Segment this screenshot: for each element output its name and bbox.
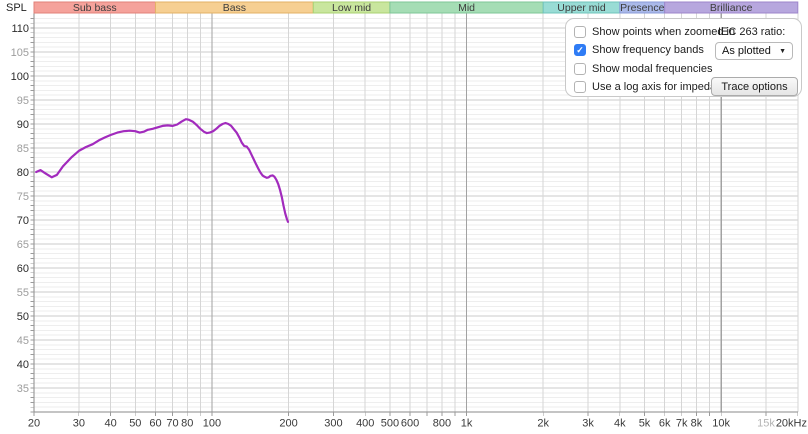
x-tick-label: 7k <box>676 418 688 430</box>
x-tick-label: 40 <box>105 418 117 430</box>
x-tick-label: 60 <box>149 418 161 430</box>
y-tick-label: 85 <box>17 143 29 155</box>
checkbox-label: Show frequency bands <box>592 44 704 56</box>
iec-ratio-value: As plotted <box>722 45 771 57</box>
x-tick-label: 20kHz <box>776 418 807 430</box>
x-tick-label: 20 <box>28 418 40 430</box>
frequency-band-label: Presence <box>620 2 665 14</box>
x-axis-labels: 20 30 40 50 60 7080 100 200 300 400 500600 800 1k 2k 3… <box>28 418 807 430</box>
chevron-down-icon: ▼ <box>779 48 786 55</box>
x-tick-label: 10k <box>712 418 730 430</box>
rew-spl-window: Sub bass Bass Low mid Mid Upper mid Presence B… <box>0 0 808 434</box>
y-tick-label: 65 <box>17 239 29 251</box>
x-tick-label: 800 <box>433 418 451 430</box>
frequency-band-label: Sub bass <box>73 2 117 14</box>
x-tick-label: 3k <box>582 418 594 430</box>
checkbox-icon[interactable] <box>574 63 586 75</box>
x-tick-label: 1k <box>461 418 473 430</box>
x-tick-label: 600 <box>401 418 419 430</box>
checkbox-label: Show points when zoomed in <box>592 26 735 38</box>
x-tick-label: 300 <box>324 418 342 430</box>
y-tick-label: 100 <box>11 71 29 83</box>
frequency-band-label: Brilliance <box>710 2 753 14</box>
trace <box>36 119 288 222</box>
trace-options-button[interactable]: Trace options <box>711 77 798 96</box>
y-axis-labels: 110 105 100 95 90 85 80 75 70 65 60 55 50 45 40 35 <box>11 23 29 395</box>
x-tick-label: 400 <box>356 418 374 430</box>
y-tick-label: 60 <box>17 263 29 275</box>
spl-axis-title: SPL <box>6 2 27 14</box>
checkbox-icon[interactable] <box>574 26 586 38</box>
x-tick-label: 6k <box>659 418 671 430</box>
y-tick-label: 45 <box>17 335 29 347</box>
x-tick-label: 80 <box>181 418 193 430</box>
y-tick-label: 110 <box>11 23 29 35</box>
y-tick-label: 90 <box>17 119 29 131</box>
frequency-bands-bar: Sub bass Bass Low mid Mid Upper mid Presence B… <box>34 2 798 14</box>
x-tick-label: 4k <box>614 418 626 430</box>
y-tick-label: 70 <box>17 215 29 227</box>
frequency-band-label: Low mid <box>332 2 371 14</box>
frequency-band-label: Bass <box>223 2 246 14</box>
y-tick-label: 50 <box>17 311 29 323</box>
x-tick-label: 30 <box>73 418 85 430</box>
checkbox-icon[interactable] <box>574 81 586 93</box>
spl-trace <box>36 119 288 222</box>
checkbox-show-frequency-bands[interactable]: Show frequency bands <box>574 43 735 59</box>
trace-options-panel: Show points when zoomed in Show frequenc… <box>565 18 802 97</box>
x-tick-label: 200 <box>279 418 297 430</box>
iec-ratio-label: IEC 263 ratio: <box>718 26 785 38</box>
x-tick-label: 500 <box>381 418 399 430</box>
checkbox-label: Show modal frequencies <box>592 63 712 75</box>
checkbox-show-points[interactable]: Show points when zoomed in <box>574 24 735 40</box>
x-tick-label: 15k <box>757 418 775 430</box>
frequency-band-label: Upper mid <box>557 2 606 14</box>
x-tick-label: 50 <box>129 418 141 430</box>
y-tick-label: 105 <box>11 47 29 59</box>
x-tick-label: 5k <box>639 418 651 430</box>
axis-titles: SPL <box>6 2 27 14</box>
y-tick-label: 75 <box>17 191 29 203</box>
iec-ratio-dropdown[interactable]: As plotted ▼ <box>715 42 793 60</box>
y-tick-label: 35 <box>17 383 29 395</box>
frequency-band-label: Mid <box>458 2 475 14</box>
x-tick-label: 100 <box>203 418 221 430</box>
y-tick-label: 95 <box>17 95 29 107</box>
y-tick-label: 55 <box>17 287 29 299</box>
y-tick-label: 80 <box>17 167 29 179</box>
x-tick-label: 70 <box>166 418 178 430</box>
checkbox-icon[interactable] <box>574 44 586 56</box>
x-tick-label: 8k <box>691 418 703 430</box>
x-tick-label: 2k <box>537 418 549 430</box>
y-tick-label: 40 <box>17 359 29 371</box>
checkbox-show-modal-frequencies[interactable]: Show modal frequencies <box>574 61 735 77</box>
